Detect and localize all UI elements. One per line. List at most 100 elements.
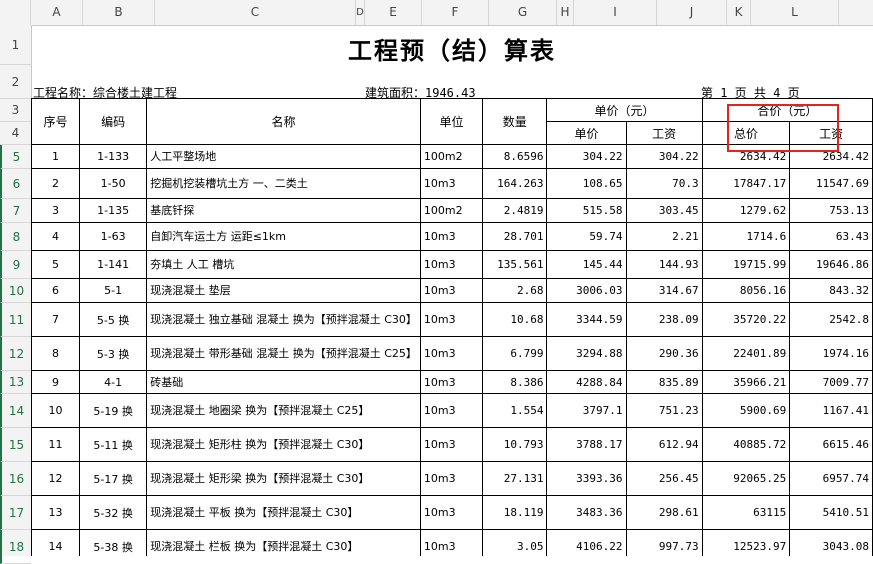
cell-unit[interactable]: 10m3	[419, 278, 484, 303]
worksheet-grid[interactable]: 工程预（结）算表 工程名称：综合楼土建工程 建筑面积：1946.43 第 1 页…	[31, 25, 873, 556]
cell-seq[interactable]: 7	[31, 302, 81, 337]
column-header-e[interactable]: E	[365, 0, 422, 25]
cell-unit[interactable]: 10m3	[419, 393, 484, 428]
cell-total-price[interactable]: 40885.72	[701, 427, 791, 462]
cell-code[interactable]: 5-38 换	[79, 529, 148, 556]
header-seq[interactable]: 序号	[31, 98, 81, 145]
cell-total-price[interactable]: 1714.6	[701, 222, 791, 251]
cell-unit-price[interactable]: 4288.84	[546, 370, 627, 394]
cell-qty[interactable]: 10.68	[482, 302, 548, 337]
column-header-f[interactable]: F	[422, 0, 489, 25]
cell-total-price[interactable]: 19715.99	[701, 250, 791, 279]
row-header-14[interactable]: 14	[0, 394, 31, 428]
row-header-9[interactable]: 9	[0, 251, 31, 279]
cell-unit-wage[interactable]: 2.21	[625, 222, 703, 251]
row-header-13[interactable]: 13	[0, 371, 31, 394]
cell-total-price[interactable]: 5900.69	[701, 393, 791, 428]
cell-name[interactable]: 基底钎探	[146, 198, 421, 223]
cell-name[interactable]: 夯填土 人工 槽坑	[146, 250, 421, 279]
row-header-1[interactable]: 1	[0, 25, 31, 65]
cell-unit-price[interactable]: 3344.59	[546, 302, 627, 337]
row-header-17[interactable]: 17	[0, 496, 31, 530]
cell-unit-wage[interactable]: 612.94	[625, 427, 703, 462]
table-row[interactable]: 3 1-135 基底钎探 100m2 2.4819 515.58 303.45 1279.62…	[31, 198, 873, 223]
cell-unit-wage[interactable]: 298.61	[625, 495, 703, 530]
cell-code[interactable]: 5-3 换	[79, 336, 148, 371]
row-header-11[interactable]: 11	[0, 303, 31, 337]
header-unit-price[interactable]: 单价	[546, 121, 627, 145]
cell-unit-wage[interactable]: 303.45	[625, 198, 703, 223]
cell-qty[interactable]: 18.119	[482, 495, 548, 530]
cell-total-wage[interactable]: 7009.77	[789, 370, 873, 394]
cell-seq[interactable]: 13	[31, 495, 81, 530]
cell-code[interactable]: 5-1	[79, 278, 148, 303]
cell-seq[interactable]: 5	[31, 250, 81, 279]
cell-code[interactable]: 5-32 换	[79, 495, 148, 530]
cell-name[interactable]: 现浇混凝土 栏板 换为【预拌混凝土 C30】	[146, 529, 421, 556]
cell-name[interactable]: 砖基础	[146, 370, 421, 394]
cell-total-price[interactable]: 35966.21	[701, 370, 791, 394]
cell-unit[interactable]: 10m3	[419, 370, 484, 394]
row-header-12[interactable]: 12	[0, 337, 31, 371]
cell-total-wage[interactable]: 11547.69	[789, 168, 873, 199]
select-all-corner[interactable]	[0, 0, 31, 25]
cell-seq[interactable]: 2	[31, 168, 81, 199]
column-header-j[interactable]: J	[657, 0, 727, 25]
cell-total-price[interactable]: 22401.89	[701, 336, 791, 371]
header-unit[interactable]: 单位	[419, 98, 484, 145]
cell-unit-wage[interactable]: 835.89	[625, 370, 703, 394]
header-qty[interactable]: 数量	[482, 98, 548, 145]
cell-name[interactable]: 自卸汽车运土方 运距≤1km	[146, 222, 421, 251]
cell-unit[interactable]: 10m3	[419, 222, 484, 251]
cell-unit-price[interactable]: 3393.36	[546, 461, 627, 496]
cell-qty[interactable]: 2.4819	[482, 198, 548, 223]
column-header-i[interactable]: I	[574, 0, 657, 25]
cell-seq[interactable]: 4	[31, 222, 81, 251]
cell-unit-price[interactable]: 304.22	[546, 144, 627, 169]
column-header-d[interactable]: D	[356, 0, 365, 25]
row-header-18[interactable]: 18	[0, 530, 31, 564]
table-row[interactable]: 6 5-1 现浇混凝土 垫层 10m3 2.68 3006.03 314.67 8056.16…	[31, 278, 873, 303]
cell-total-price[interactable]: 12523.97	[701, 529, 791, 556]
cell-unit-wage[interactable]: 144.93	[625, 250, 703, 279]
column-header-b[interactable]: B	[83, 0, 155, 25]
table-row[interactable]: 11 5-11 换现浇混凝土 矩形柱 换为【预拌混凝土 C30】 10m3 10.79…	[31, 427, 873, 462]
cell-seq[interactable]: 3	[31, 198, 81, 223]
cell-unit[interactable]: 10m3	[419, 168, 484, 199]
column-header-h[interactable]: H	[557, 0, 574, 25]
cell-seq[interactable]: 11	[31, 427, 81, 462]
column-header-a[interactable]: A	[31, 0, 83, 25]
cell-code[interactable]: 4-1	[79, 370, 148, 394]
row-header-5[interactable]: 5	[0, 145, 31, 169]
cell-total-wage[interactable]: 19646.86	[789, 250, 873, 279]
row-header-10[interactable]: 10	[0, 279, 31, 303]
cell-unit-price[interactable]: 3797.1	[546, 393, 627, 428]
row-header-4[interactable]: 4	[0, 122, 31, 145]
cell-unit-wage[interactable]: 256.45	[625, 461, 703, 496]
cell-seq[interactable]: 1	[31, 144, 81, 169]
cell-code[interactable]: 1-135	[79, 198, 148, 223]
cell-code[interactable]: 1-141	[79, 250, 148, 279]
cell-total-wage[interactable]: 5410.51	[789, 495, 873, 530]
cell-name[interactable]: 人工平整场地	[146, 144, 421, 169]
cell-qty[interactable]: 8.6596	[482, 144, 548, 169]
cell-unit-price[interactable]: 4106.22	[546, 529, 627, 556]
cell-unit[interactable]: 10m3	[419, 302, 484, 337]
cell-total-wage[interactable]: 63.43	[789, 222, 873, 251]
row-header-6[interactable]: 6	[0, 169, 31, 199]
cell-total-wage[interactable]: 1974.16	[789, 336, 873, 371]
cell-unit-price[interactable]: 3294.88	[546, 336, 627, 371]
header-name[interactable]: 名称	[146, 98, 421, 145]
table-row[interactable]: 2 1-50 挖掘机挖装槽坑土方 一、二类土 10m3 164.263 108.65 70.…	[31, 168, 873, 199]
table-row[interactable]: 10 5-19 换现浇混凝土 地圈梁 换为【预拌混凝土 C25】 10m3 1.554…	[31, 393, 873, 428]
cell-name[interactable]: 挖掘机挖装槽坑土方 一、二类土	[146, 168, 421, 199]
row-header-2[interactable]: 2	[0, 65, 31, 99]
cell-total-wage[interactable]: 6957.74	[789, 461, 873, 496]
cell-unit[interactable]: 100m2	[419, 198, 484, 223]
cell-unit-wage[interactable]: 314.67	[625, 278, 703, 303]
cell-seq[interactable]: 14	[31, 529, 81, 556]
cell-total-price[interactable]: 1279.62	[701, 198, 791, 223]
cell-name[interactable]: 现浇混凝土 矩形梁 换为【预拌混凝土 C30】	[146, 461, 421, 496]
row-header-15[interactable]: 15	[0, 428, 31, 462]
cell-unit-wage[interactable]: 304.22	[625, 144, 703, 169]
